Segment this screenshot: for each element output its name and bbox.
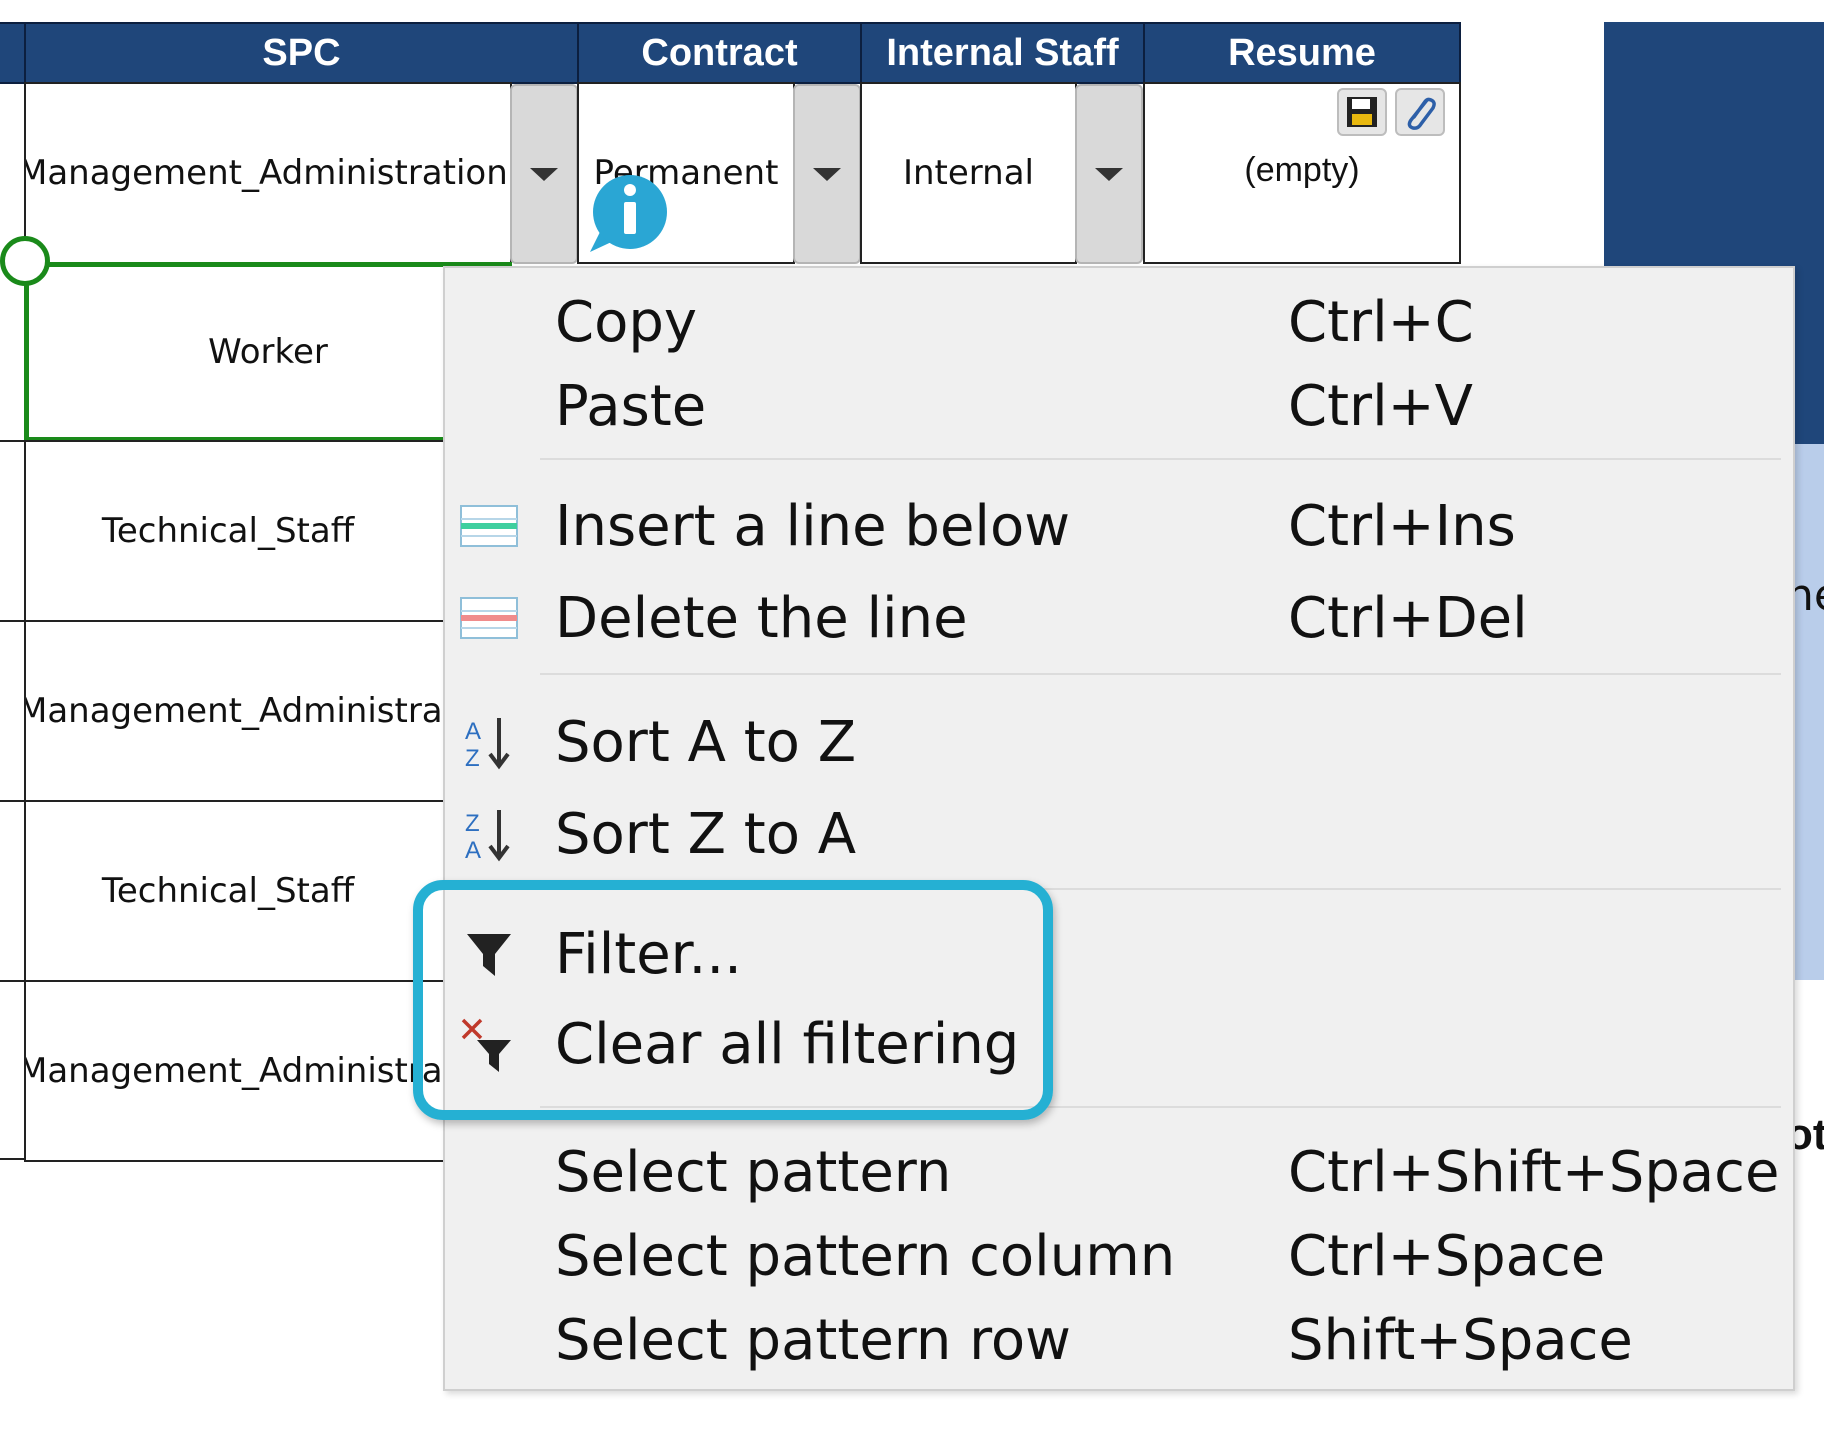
menu-item-label: Delete the line <box>555 586 968 651</box>
left-row-line <box>0 620 26 622</box>
svg-text:A: A <box>465 837 481 864</box>
delete-row-icon <box>459 588 519 648</box>
header-resume[interactable]: Resume <box>1143 22 1461 84</box>
insert-row-icon <box>459 496 519 556</box>
header-contract[interactable]: Contract <box>577 22 862 84</box>
internal-staff-value: Internal <box>902 153 1035 193</box>
menu-item-delete-line[interactable]: Delete the line Ctrl+Del <box>445 578 1793 656</box>
sort-az-icon: AZ <box>459 712 519 772</box>
left-row-line <box>0 980 26 982</box>
contract-dropdown-button[interactable] <box>793 84 861 264</box>
spc-value: Worker <box>208 332 328 372</box>
svg-text:Z: Z <box>465 745 480 772</box>
svg-text:A: A <box>465 718 481 745</box>
menu-separator <box>540 458 1781 460</box>
menu-item-shortcut: Ctrl+C <box>1288 290 1474 355</box>
left-row-line <box>0 440 26 442</box>
menu-item-shortcut: Ctrl+Space <box>1288 1224 1606 1289</box>
menu-item-label: Insert a line below <box>555 494 1071 559</box>
menu-item-label: Paste <box>555 374 707 439</box>
left-row-line <box>0 800 26 802</box>
menu-separator <box>540 673 1781 675</box>
menu-item-label: Select pattern <box>555 1140 952 1205</box>
right-panel-header <box>1604 22 1824 84</box>
spc-cell-row-1[interactable]: Management_Administration <box>24 82 512 264</box>
chevron-down-icon <box>813 167 841 181</box>
spc-cell-row-3[interactable]: Technical_Staff <box>24 440 512 622</box>
menu-item-insert-line[interactable]: Insert a line below Ctrl+Ins <box>445 486 1793 564</box>
menu-item-shortcut: Ctrl+V <box>1288 374 1473 439</box>
header-spc[interactable]: SPC <box>24 22 579 84</box>
menu-item-label: Sort A to Z <box>555 710 857 775</box>
menu-item-paste[interactable]: Paste Ctrl+V <box>445 366 1793 444</box>
menu-item-copy[interactable]: Copy Ctrl+C <box>445 282 1793 360</box>
menu-item-sort-za[interactable]: ZA Sort Z to A <box>445 794 1793 872</box>
menu-item-label: Sort Z to A <box>555 802 857 867</box>
menu-item-select-pattern-column[interactable]: Select pattern column Ctrl+Space <box>445 1216 1793 1294</box>
left-row-line <box>0 1158 26 1160</box>
selection-handle[interactable] <box>0 236 50 286</box>
menu-item-label: Select pattern column <box>555 1224 1176 1289</box>
spc-value: Technical_Staff <box>101 511 355 551</box>
spc-value: Management_Administration <box>24 153 508 193</box>
spc-value: Technical_Staff <box>101 871 355 911</box>
highlight-box <box>413 880 1053 1120</box>
spc-dropdown-button[interactable] <box>510 84 578 264</box>
header-stub <box>0 22 26 84</box>
resume-value: (empty) <box>1244 150 1360 189</box>
menu-item-shortcut: Ctrl+Del <box>1288 586 1528 651</box>
internal-staff-dropdown-button[interactable] <box>1075 84 1143 264</box>
menu-item-label: Copy <box>555 290 698 355</box>
spc-cell-row-4[interactable]: Management_Administration <box>24 620 512 802</box>
header-internal-staff[interactable]: Internal Staff <box>860 22 1145 84</box>
attachment-icon[interactable] <box>1395 88 1445 136</box>
menu-item-label: Select pattern row <box>555 1308 1071 1373</box>
chevron-down-icon <box>1095 167 1123 181</box>
sort-za-icon: ZA <box>459 804 519 864</box>
menu-item-shortcut: Ctrl+Ins <box>1288 494 1516 559</box>
save-icon[interactable] <box>1337 88 1387 136</box>
menu-item-shortcut: Shift+Space <box>1288 1308 1633 1373</box>
internal-staff-cell-row-1[interactable]: Internal <box>860 82 1077 264</box>
info-icon[interactable] <box>590 172 670 256</box>
menu-item-sort-az[interactable]: AZ Sort A to Z <box>445 702 1793 780</box>
spc-cell-row-2[interactable]: Worker <box>24 262 512 442</box>
svg-text:Z: Z <box>465 810 480 837</box>
menu-item-select-pattern-row[interactable]: Select pattern row Shift+Space <box>445 1300 1793 1378</box>
spc-value: Management_Administration <box>24 691 508 731</box>
menu-item-shortcut: Ctrl+Shift+Space <box>1288 1140 1780 1205</box>
context-menu: Copy Ctrl+C Paste Ctrl+V Insert a line b… <box>443 266 1795 1391</box>
chevron-down-icon <box>530 167 558 181</box>
menu-item-select-pattern[interactable]: Select pattern Ctrl+Shift+Space <box>445 1132 1793 1210</box>
